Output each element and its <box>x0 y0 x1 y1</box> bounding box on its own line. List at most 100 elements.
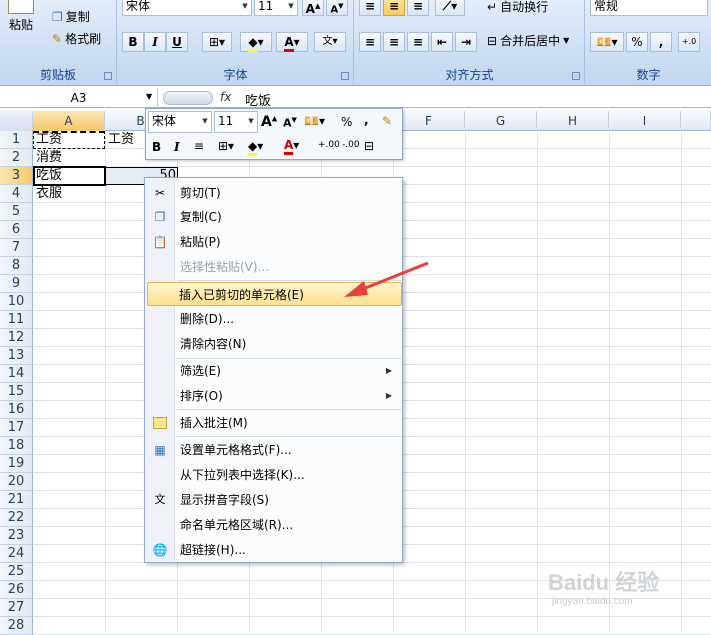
row-header[interactable]: 7 <box>0 239 33 257</box>
row-header[interactable]: 13 <box>0 347 33 365</box>
mini-italic-button[interactable]: I <box>174 140 180 154</box>
comma-button[interactable]: , <box>650 32 672 52</box>
formula-bar-handle[interactable] <box>163 91 213 105</box>
row-header[interactable]: 24 <box>0 545 33 563</box>
align-left-button[interactable]: ≡ <box>359 32 381 52</box>
row-header[interactable]: 3 <box>0 167 33 185</box>
menu-item-copy[interactable]: ❐ 复制(C) <box>147 205 402 229</box>
mini-comma-button[interactable]: , <box>364 113 369 127</box>
format-painter-icon[interactable]: ✎ <box>382 114 392 128</box>
menu-item-name-range[interactable]: 命名单元格区域(R)... <box>147 513 402 537</box>
row-header[interactable]: 6 <box>0 221 33 239</box>
column-header[interactable]: H <box>537 111 609 131</box>
dialog-launcher-icon[interactable] <box>572 72 580 80</box>
align-right-button[interactable]: ≡ <box>407 32 429 52</box>
mini-font-size-combo[interactable]: 11 ▼ <box>214 111 258 133</box>
row-header[interactable]: 21 <box>0 491 33 509</box>
grow-font-button[interactable]: A▲ <box>302 0 324 16</box>
percent-button[interactable]: % <box>626 32 648 52</box>
menu-item-hyperlink[interactable]: 🌐 超链接(H)... <box>147 538 402 562</box>
row-header[interactable]: 20 <box>0 473 33 491</box>
align-middle-button[interactable]: ≡ <box>383 0 405 16</box>
row-header[interactable]: 18 <box>0 437 33 455</box>
number-format-combo[interactable]: 常规 <box>590 0 708 16</box>
chevron-down-icon[interactable]: ▼ <box>245 112 257 130</box>
border-button[interactable]: ⊞▾ <box>202 32 232 52</box>
format-painter-button[interactable]: ✎ 格式刷 <box>52 30 101 47</box>
decrease-indent-button[interactable]: ⇤ <box>431 32 453 52</box>
select-all-button[interactable] <box>0 111 33 131</box>
underline-button[interactable]: U <box>166 32 188 52</box>
menu-item-paste[interactable]: 📋 粘贴(P) <box>147 230 402 254</box>
mini-font-name-combo[interactable]: 宋体 ▼ <box>148 111 212 133</box>
chevron-down-icon[interactable]: ▼ <box>239 0 251 15</box>
row-header[interactable]: 4 <box>0 185 33 203</box>
align-top-button[interactable]: ≡ <box>359 0 381 16</box>
row-header[interactable]: 27 <box>0 599 33 617</box>
phonetic-button[interactable]: 文▾ <box>314 32 346 52</box>
center-align-icon[interactable]: ≡ <box>194 139 204 153</box>
row-header[interactable]: 14 <box>0 365 33 383</box>
mini-bold-button[interactable]: B <box>152 140 161 154</box>
mini-percent-button[interactable]: % <box>341 115 352 129</box>
increase-decimal-icon[interactable]: +.00 <box>318 140 340 150</box>
row-header[interactable]: 10 <box>0 293 33 311</box>
chevron-down-icon[interactable]: ▼ <box>563 36 569 45</box>
copy-button[interactable]: ❐ 复制 <box>52 8 90 25</box>
fill-color-icon[interactable]: ◆▾ <box>248 139 263 156</box>
orientation-button[interactable]: ⟋▾ <box>435 0 465 16</box>
merge-cells-icon[interactable]: ⊟ <box>364 139 374 153</box>
chevron-down-icon[interactable]: ▼ <box>285 0 297 15</box>
column-header[interactable]: G <box>465 111 537 131</box>
decrease-decimal-icon[interactable]: -.00 <box>342 140 360 150</box>
merge-center-button[interactable]: ⊟ 合并后居中 ▼ <box>487 32 569 49</box>
formula-input[interactable]: 吃饭 <box>245 90 271 109</box>
menu-item-phonetic[interactable]: 文 显示拼音字段(S) <box>147 488 402 512</box>
row-header[interactable]: 2 <box>0 149 33 167</box>
cell-a2[interactable]: 消费 <box>36 149 62 167</box>
fill-color-button[interactable]: ◆▾ <box>240 32 272 52</box>
shrink-font-icon[interactable]: A▼ <box>283 116 297 130</box>
menu-item-pick-from-list[interactable]: 从下拉列表中选择(K)... <box>147 463 402 487</box>
currency-button[interactable]: 💴▾ <box>590 32 624 52</box>
row-header[interactable]: 11 <box>0 311 33 329</box>
font-color-button[interactable]: A▾ <box>276 32 308 52</box>
row-header[interactable]: 5 <box>0 203 33 221</box>
column-header[interactable]: I <box>609 111 681 131</box>
font-size-combo[interactable]: 11 ▼ <box>254 0 298 16</box>
grow-font-icon[interactable]: A▲ <box>261 114 277 130</box>
menu-item-format-cells[interactable]: ▦ 设置单元格格式(F)... <box>147 438 402 462</box>
dialog-launcher-icon[interactable] <box>104 72 112 80</box>
row-header[interactable]: 12 <box>0 329 33 347</box>
bold-button[interactable]: B <box>122 32 144 52</box>
increase-decimal-button[interactable]: +.0 <box>678 32 700 52</box>
number-format-icon[interactable]: 💴▾ <box>304 114 325 128</box>
menu-item-clear-contents[interactable]: 清除内容(N) <box>147 332 402 356</box>
name-box[interactable]: A3 <box>0 88 158 108</box>
menu-item-cut[interactable]: ✂ 剪切(T) <box>147 181 402 205</box>
row-header[interactable]: 22 <box>0 509 33 527</box>
cell-a4[interactable]: 衣服 <box>36 185 62 203</box>
row-header[interactable]: 23 <box>0 527 33 545</box>
align-bottom-button[interactable]: ≡ <box>407 0 429 16</box>
increase-indent-button[interactable]: ⇥ <box>455 32 477 52</box>
wrap-text-button[interactable]: ↵ 自动换行 <box>487 0 548 15</box>
column-header[interactable]: F <box>393 111 465 131</box>
align-center-button[interactable]: ≡ <box>383 32 405 52</box>
row-header[interactable]: 8 <box>0 257 33 275</box>
row-header[interactable]: 9 <box>0 275 33 293</box>
menu-item-sort[interactable]: 排序(O) ▶ <box>147 384 402 408</box>
shrink-font-button[interactable]: A▼ <box>326 0 348 16</box>
row-header[interactable]: 26 <box>0 581 33 599</box>
menu-item-insert-comment[interactable]: 插入批注(M) <box>147 411 402 435</box>
menu-item-filter[interactable]: 筛选(E) ▶ <box>147 359 402 383</box>
row-header[interactable]: 19 <box>0 455 33 473</box>
chevron-down-icon[interactable]: ▼ <box>146 92 152 101</box>
dialog-launcher-icon[interactable] <box>341 72 349 80</box>
row-header[interactable]: 16 <box>0 401 33 419</box>
paste-button[interactable]: 粘贴 <box>8 0 34 33</box>
row-header[interactable]: 17 <box>0 419 33 437</box>
cell-b1[interactable]: 工资 <box>108 131 134 149</box>
font-color-icon[interactable]: A▾ <box>284 138 299 155</box>
row-header[interactable]: 15 <box>0 383 33 401</box>
